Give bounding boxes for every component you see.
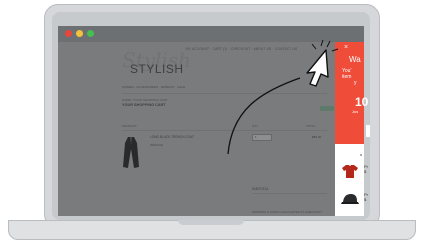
mouse-cursor-icon [306,49,329,87]
annotation-curve [227,77,301,155]
click-burst-icon [311,39,339,52]
annotation-overlay [227,39,339,155]
